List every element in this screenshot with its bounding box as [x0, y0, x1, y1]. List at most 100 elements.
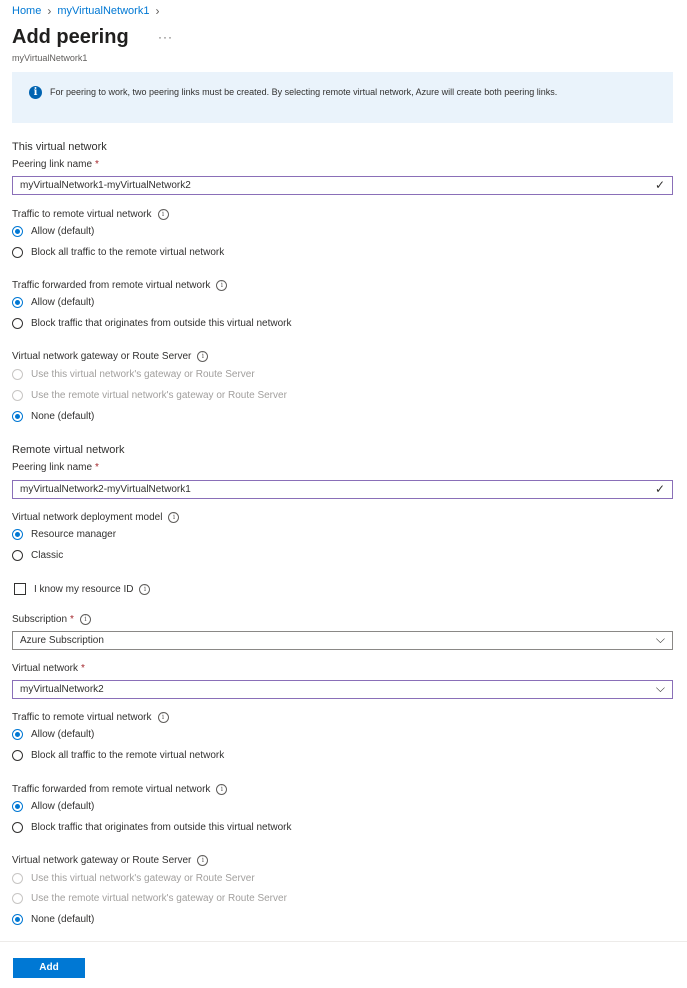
- remote-traffic-fwd-block-radio[interactable]: Block traffic that originates from outsi…: [12, 822, 291, 833]
- this-traffic-fwd-block-radio[interactable]: Block traffic that originates from outsi…: [12, 318, 291, 329]
- chevron-down-icon: ⌵: [655, 681, 665, 695]
- radio-selected-icon: [12, 226, 23, 237]
- remote-peering-link-label: Peering link name *: [12, 462, 99, 473]
- radio-empty-icon: [12, 318, 23, 329]
- virtual-network-select[interactable]: myVirtualNetwork2 ⌵: [12, 680, 673, 699]
- subscription-label-text: Subscription: [12, 614, 68, 625]
- checkbox-empty-icon: [14, 583, 26, 595]
- radio-selected-icon: [12, 529, 23, 540]
- radio-label: Use this virtual network's gateway or Ro…: [31, 873, 255, 884]
- breadcrumb: Home › myVirtualNetwork1 ›: [12, 4, 165, 18]
- radio-disabled-icon: [12, 893, 23, 904]
- remote-traffic-fwd-allow-radio[interactable]: Allow (default): [12, 801, 94, 812]
- required-marker: *: [70, 614, 74, 625]
- remote-traffic-to-allow-radio[interactable]: Allow (default): [12, 729, 94, 740]
- this-gateway-label: Virtual network gateway or Route Server i: [12, 351, 209, 362]
- radio-label: Block all traffic to the remote virtual …: [31, 247, 225, 258]
- remote-gateway-label: Virtual network gateway or Route Server i: [12, 855, 209, 866]
- page-title: Add peering: [12, 26, 129, 48]
- radio-disabled-icon: [12, 873, 23, 884]
- radio-selected-icon: [12, 914, 23, 925]
- this-gateway-use-this-radio: Use this virtual network's gateway or Ro…: [12, 369, 255, 380]
- checkbox-label: I know my resource ID: [34, 583, 134, 595]
- info-icon[interactable]: i: [197, 351, 209, 362]
- subscription-select[interactable]: Azure Subscription ⌵: [12, 631, 673, 650]
- remote-gateway-label-text: Virtual network gateway or Route Server: [12, 855, 192, 866]
- checkmark-icon: ✓: [654, 178, 665, 192]
- this-gateway-label-text: Virtual network gateway or Route Server: [12, 351, 192, 362]
- this-traffic-to-block-radio[interactable]: Block all traffic to the remote virtual …: [12, 247, 224, 258]
- this-gateway-none-radio[interactable]: None (default): [12, 411, 94, 422]
- radio-label: Block all traffic to the remote virtual …: [31, 750, 225, 761]
- required-marker: *: [95, 462, 99, 473]
- radio-empty-icon: [12, 247, 23, 258]
- radio-empty-icon: [12, 750, 23, 761]
- this-traffic-to-allow-radio[interactable]: Allow (default): [12, 226, 94, 237]
- radio-label: None (default): [31, 411, 95, 422]
- remote-peering-link-label-text: Peering link name: [12, 462, 93, 473]
- remote-gateway-none-radio[interactable]: None (default): [12, 914, 94, 925]
- remote-peering-link-input[interactable]: myVirtualNetwork2-myVirtualNetwork1 ✓: [12, 480, 673, 499]
- resource-id-checkbox[interactable]: I know my resource ID i: [14, 583, 151, 595]
- radio-disabled-icon: [12, 390, 23, 401]
- info-banner: i For peering to work, two peering links…: [12, 72, 673, 123]
- remote-traffic-to-label-text: Traffic to remote virtual network: [12, 712, 152, 723]
- radio-label: Use the remote virtual network's gateway…: [31, 390, 287, 401]
- this-gateway-use-remote-radio: Use the remote virtual network's gateway…: [12, 390, 287, 401]
- virtual-network-label: Virtual network *: [12, 663, 85, 674]
- page-subtitle: myVirtualNetwork1: [12, 53, 88, 63]
- required-marker: *: [80, 663, 85, 674]
- remote-gateway-use-this-radio: Use this virtual network's gateway or Ro…: [12, 873, 255, 884]
- this-traffic-fwd-label: Traffic forwarded from remote virtual ne…: [12, 280, 228, 291]
- info-icon[interactable]: i: [216, 280, 228, 291]
- add-button[interactable]: Add: [13, 958, 85, 978]
- remote-traffic-fwd-label-text: Traffic forwarded from remote virtual ne…: [12, 784, 211, 795]
- subscription-label: Subscription * i: [12, 614, 91, 625]
- info-icon: i: [29, 86, 42, 99]
- this-traffic-fwd-label-text: Traffic forwarded from remote virtual ne…: [12, 280, 211, 291]
- remote-traffic-to-block-radio[interactable]: Block all traffic to the remote virtual …: [12, 750, 224, 761]
- info-icon[interactable]: i: [197, 855, 209, 866]
- radio-empty-icon: [12, 822, 23, 833]
- remote-peering-link-value: myVirtualNetwork2-myVirtualNetwork1: [20, 484, 191, 495]
- this-peering-link-input[interactable]: myVirtualNetwork1-myVirtualNetwork2 ✓: [12, 176, 673, 195]
- breadcrumb-network-link[interactable]: myVirtualNetwork1: [57, 5, 149, 17]
- radio-label: Block traffic that originates from outsi…: [31, 822, 292, 833]
- info-icon[interactable]: i: [216, 784, 228, 795]
- remote-traffic-to-label: Traffic to remote virtual network i: [12, 712, 169, 723]
- deployment-resource-manager-radio[interactable]: Resource manager: [12, 529, 116, 540]
- this-peering-link-label-text: Peering link name: [12, 159, 93, 170]
- info-icon[interactable]: i: [157, 712, 169, 723]
- deployment-classic-radio[interactable]: Classic: [12, 550, 63, 561]
- radio-label: None (default): [31, 914, 95, 925]
- radio-label: Resource manager: [31, 529, 117, 540]
- this-peering-link-value: myVirtualNetwork1-myVirtualNetwork2: [20, 180, 191, 191]
- more-options-button[interactable]: ···: [158, 30, 173, 44]
- required-marker: *: [95, 159, 99, 170]
- radio-label: Allow (default): [31, 297, 95, 308]
- radio-label: Use this virtual network's gateway or Ro…: [31, 369, 255, 380]
- remote-traffic-fwd-label: Traffic forwarded from remote virtual ne…: [12, 784, 228, 795]
- radio-label: Classic: [31, 550, 64, 561]
- info-icon[interactable]: i: [79, 614, 91, 625]
- this-traffic-fwd-allow-radio[interactable]: Allow (default): [12, 297, 94, 308]
- info-banner-text: For peering to work, two peering links m…: [50, 87, 558, 97]
- radio-empty-icon: [12, 550, 23, 561]
- breadcrumb-home-link[interactable]: Home: [12, 5, 41, 17]
- chevron-down-icon: ⌵: [655, 632, 665, 646]
- radio-label: Allow (default): [31, 801, 95, 812]
- checkmark-icon: ✓: [654, 482, 665, 496]
- virtual-network-label-text: Virtual network: [12, 663, 78, 674]
- remote-gateway-use-remote-radio: Use the remote virtual network's gateway…: [12, 893, 287, 904]
- info-icon[interactable]: i: [157, 209, 169, 220]
- info-icon[interactable]: i: [168, 512, 180, 523]
- radio-selected-icon: [12, 411, 23, 422]
- this-traffic-to-label: Traffic to remote virtual network i: [12, 209, 169, 220]
- subscription-value: Azure Subscription: [20, 635, 104, 646]
- this-vnet-heading: This virtual network: [12, 141, 107, 153]
- info-icon[interactable]: i: [139, 583, 151, 595]
- radio-disabled-icon: [12, 369, 23, 380]
- this-peering-link-label: Peering link name *: [12, 159, 99, 170]
- radio-selected-icon: [12, 801, 23, 812]
- footer-divider: [0, 941, 687, 942]
